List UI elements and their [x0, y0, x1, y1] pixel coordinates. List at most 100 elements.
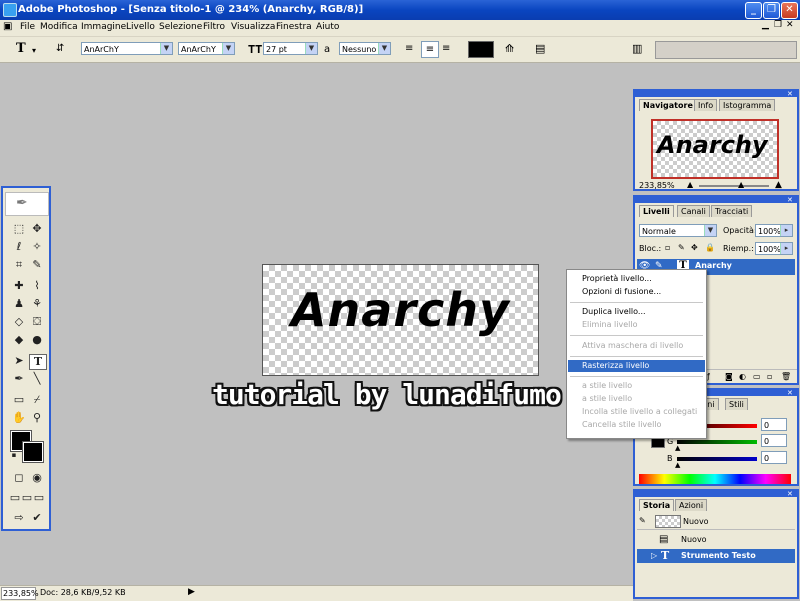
menu-item-cancella-stile[interactable]: Cancella stile livello [568, 419, 705, 431]
font-size-select[interactable]: 27 pt ▼ [263, 42, 318, 55]
tab-navigatore[interactable]: Navigatore [639, 99, 697, 111]
eyedropper-tool-icon[interactable]: ⌿ [29, 393, 45, 407]
tab-info[interactable]: Info [694, 99, 718, 111]
background-color-swatch[interactable] [22, 441, 44, 463]
menu-item-copia-stile[interactable]: a stile livello [568, 380, 705, 392]
lock-image-icon[interactable]: ✎ [678, 243, 685, 252]
history-item-nuovo[interactable]: ▤ Nuovo [637, 533, 795, 547]
text-orientation-icon[interactable]: ⇵ [56, 41, 64, 56]
path-selection-tool-icon[interactable]: ➤ [11, 354, 27, 368]
lock-position-icon[interactable]: ✥ [691, 243, 698, 252]
history-snapshot-row[interactable]: ✎ Nuovo [637, 513, 795, 530]
color-ramp[interactable] [639, 474, 791, 484]
menu-filtro[interactable]: Filtro [203, 22, 225, 32]
zoom-in-icon[interactable]: ▲ [775, 180, 782, 190]
history-brush-icon[interactable]: ✎ [639, 516, 646, 525]
menu-file[interactable]: File [20, 22, 35, 32]
lock-all-icon[interactable]: 🔒 [705, 243, 715, 252]
new-set-icon[interactable]: ▭ [753, 372, 761, 381]
eraser-tool-icon[interactable]: ◇ [11, 315, 27, 329]
screen-mode-full-icon[interactable]: ▭ [31, 491, 47, 505]
marquee-tool-icon[interactable]: ⬚ [11, 222, 27, 236]
align-center-icon[interactable]: ≡ [421, 41, 439, 58]
opacity-field[interactable]: 100% ▸ [755, 224, 793, 237]
healing-brush-tool-icon[interactable]: ✚ [11, 279, 27, 293]
font-family-select[interactable]: AnArChY ▼ [81, 42, 173, 55]
tab-livelli[interactable]: Livelli [639, 205, 674, 217]
clone-stamp-tool-icon[interactable]: ♟ [11, 297, 27, 311]
tab-storia[interactable]: Storia [639, 499, 675, 511]
minimize-button[interactable]: _ [745, 2, 762, 19]
fill-field[interactable]: 100% ▸ [755, 242, 793, 255]
zoom-slider-thumb-icon[interactable]: ▲ [738, 180, 744, 189]
close-icon[interactable]: ✕ [787, 389, 795, 397]
align-right-icon[interactable]: ≡ [442, 41, 450, 56]
move-tool-icon[interactable]: ✥ [29, 222, 45, 236]
b-field[interactable]: 0 [761, 451, 787, 464]
close-button[interactable]: ✕ [781, 2, 798, 19]
g-slider-thumb-icon[interactable]: ▲ [675, 444, 680, 452]
document-icon[interactable]: ▣ [3, 21, 12, 32]
tool-preset-arrow-icon[interactable]: ▾ [32, 43, 36, 58]
navigator-zoom-value[interactable]: 233,85% [639, 181, 675, 190]
history-brush-tool-icon[interactable]: ⚘ [29, 297, 45, 311]
brush-tool-icon[interactable]: ⌇ [29, 279, 45, 293]
palettes-icon[interactable]: ▤ [535, 41, 545, 56]
layer-mask-icon[interactable]: ◙ [725, 372, 733, 381]
zoom-out-icon[interactable]: ▲ [687, 180, 693, 189]
tab-istogramma[interactable]: Istogramma [719, 99, 776, 111]
pen-tool-icon[interactable]: ✒ [11, 372, 27, 386]
b-slider-thumb-icon[interactable]: ▲ [675, 461, 680, 469]
paint-bucket-tool-icon[interactable]: ⛋ [29, 315, 45, 329]
menu-item-opzioni-fusione[interactable]: Opzioni di fusione... [568, 286, 705, 298]
layer-style-icon[interactable]: ƒ [707, 372, 710, 381]
status-zoom-field[interactable]: 233,85% [1, 587, 39, 600]
menu-livello[interactable]: Livello [126, 22, 155, 32]
crop-tool-icon[interactable]: ⌗ [11, 258, 27, 272]
menu-immagine[interactable]: Immagine [81, 22, 126, 32]
menu-selezione[interactable]: Selezione [159, 22, 202, 32]
default-colors-icon[interactable]: ▪ [6, 448, 22, 462]
status-menu-arrow-icon[interactable]: ▶ [188, 587, 195, 597]
menu-item-rasterizza-livello[interactable]: Rasterizza livello [568, 360, 705, 372]
close-icon[interactable]: ✕ [787, 90, 795, 98]
menu-modifica[interactable]: Modifica [40, 22, 78, 32]
text-tool-icon[interactable]: T [16, 41, 26, 56]
jump-to-imageready-icon[interactable]: ⇨ [11, 511, 27, 525]
palette-well[interactable] [655, 41, 797, 59]
document-canvas[interactable]: Anarchy [262, 264, 539, 376]
feather-logo-icon[interactable]: ✒ [5, 192, 49, 216]
b-slider[interactable] [677, 457, 757, 461]
quick-mask-mode-icon[interactable]: ◉ [29, 471, 45, 485]
menu-item-incolla-stile[interactable]: a stile livello [568, 393, 705, 405]
dodge-tool-icon[interactable]: ● [29, 333, 45, 347]
close-icon[interactable]: ✕ [787, 490, 795, 498]
zoom-slider[interactable] [699, 185, 769, 187]
r-field[interactable]: 0 [761, 418, 787, 431]
menu-item-proprieta-livello[interactable]: Proprietà livello... [568, 273, 705, 285]
maximize-button[interactable]: ❐ [763, 2, 780, 19]
close-icon[interactable]: ✕ [787, 196, 795, 204]
font-style-select[interactable]: AnArChY ▼ [178, 42, 235, 55]
blur-tool-icon[interactable]: ◆ [11, 333, 27, 347]
standard-mode-icon[interactable]: ◻ [11, 471, 27, 485]
doc-minimize-button[interactable]: ▁ [762, 20, 769, 30]
type-tool-icon[interactable]: T [29, 354, 47, 370]
tab-azioni[interactable]: Azioni [675, 499, 708, 511]
g-field[interactable]: 0 [761, 434, 787, 447]
menu-item-attiva-maschera[interactable]: Attiva maschera di livello [568, 340, 705, 352]
lasso-tool-icon[interactable]: ℓ [11, 240, 27, 254]
tab-canali[interactable]: Canali [677, 205, 710, 217]
menu-visualizza[interactable]: Visualizza [231, 22, 275, 32]
g-slider[interactable] [677, 440, 757, 444]
menu-item-incolla-stile-collegati[interactable]: Incolla stile livello a collegati [568, 406, 705, 418]
antialias-select[interactable]: Nessuno ▼ [339, 42, 391, 55]
navigator-thumbnail[interactable]: Anarchy [651, 119, 779, 179]
blend-mode-select[interactable]: Normale ▼ [639, 224, 717, 237]
menu-aiuto[interactable]: Aiuto [316, 22, 339, 32]
hand-tool-icon[interactable]: ✋ [11, 411, 27, 425]
tab-tracciati[interactable]: Tracciati [711, 205, 753, 217]
magic-wand-tool-icon[interactable]: ✧ [29, 240, 45, 254]
history-item-strumento-testo[interactable]: ▷ T Strumento Testo [637, 549, 795, 563]
menu-item-duplica-livello[interactable]: Duplica livello... [568, 306, 705, 318]
